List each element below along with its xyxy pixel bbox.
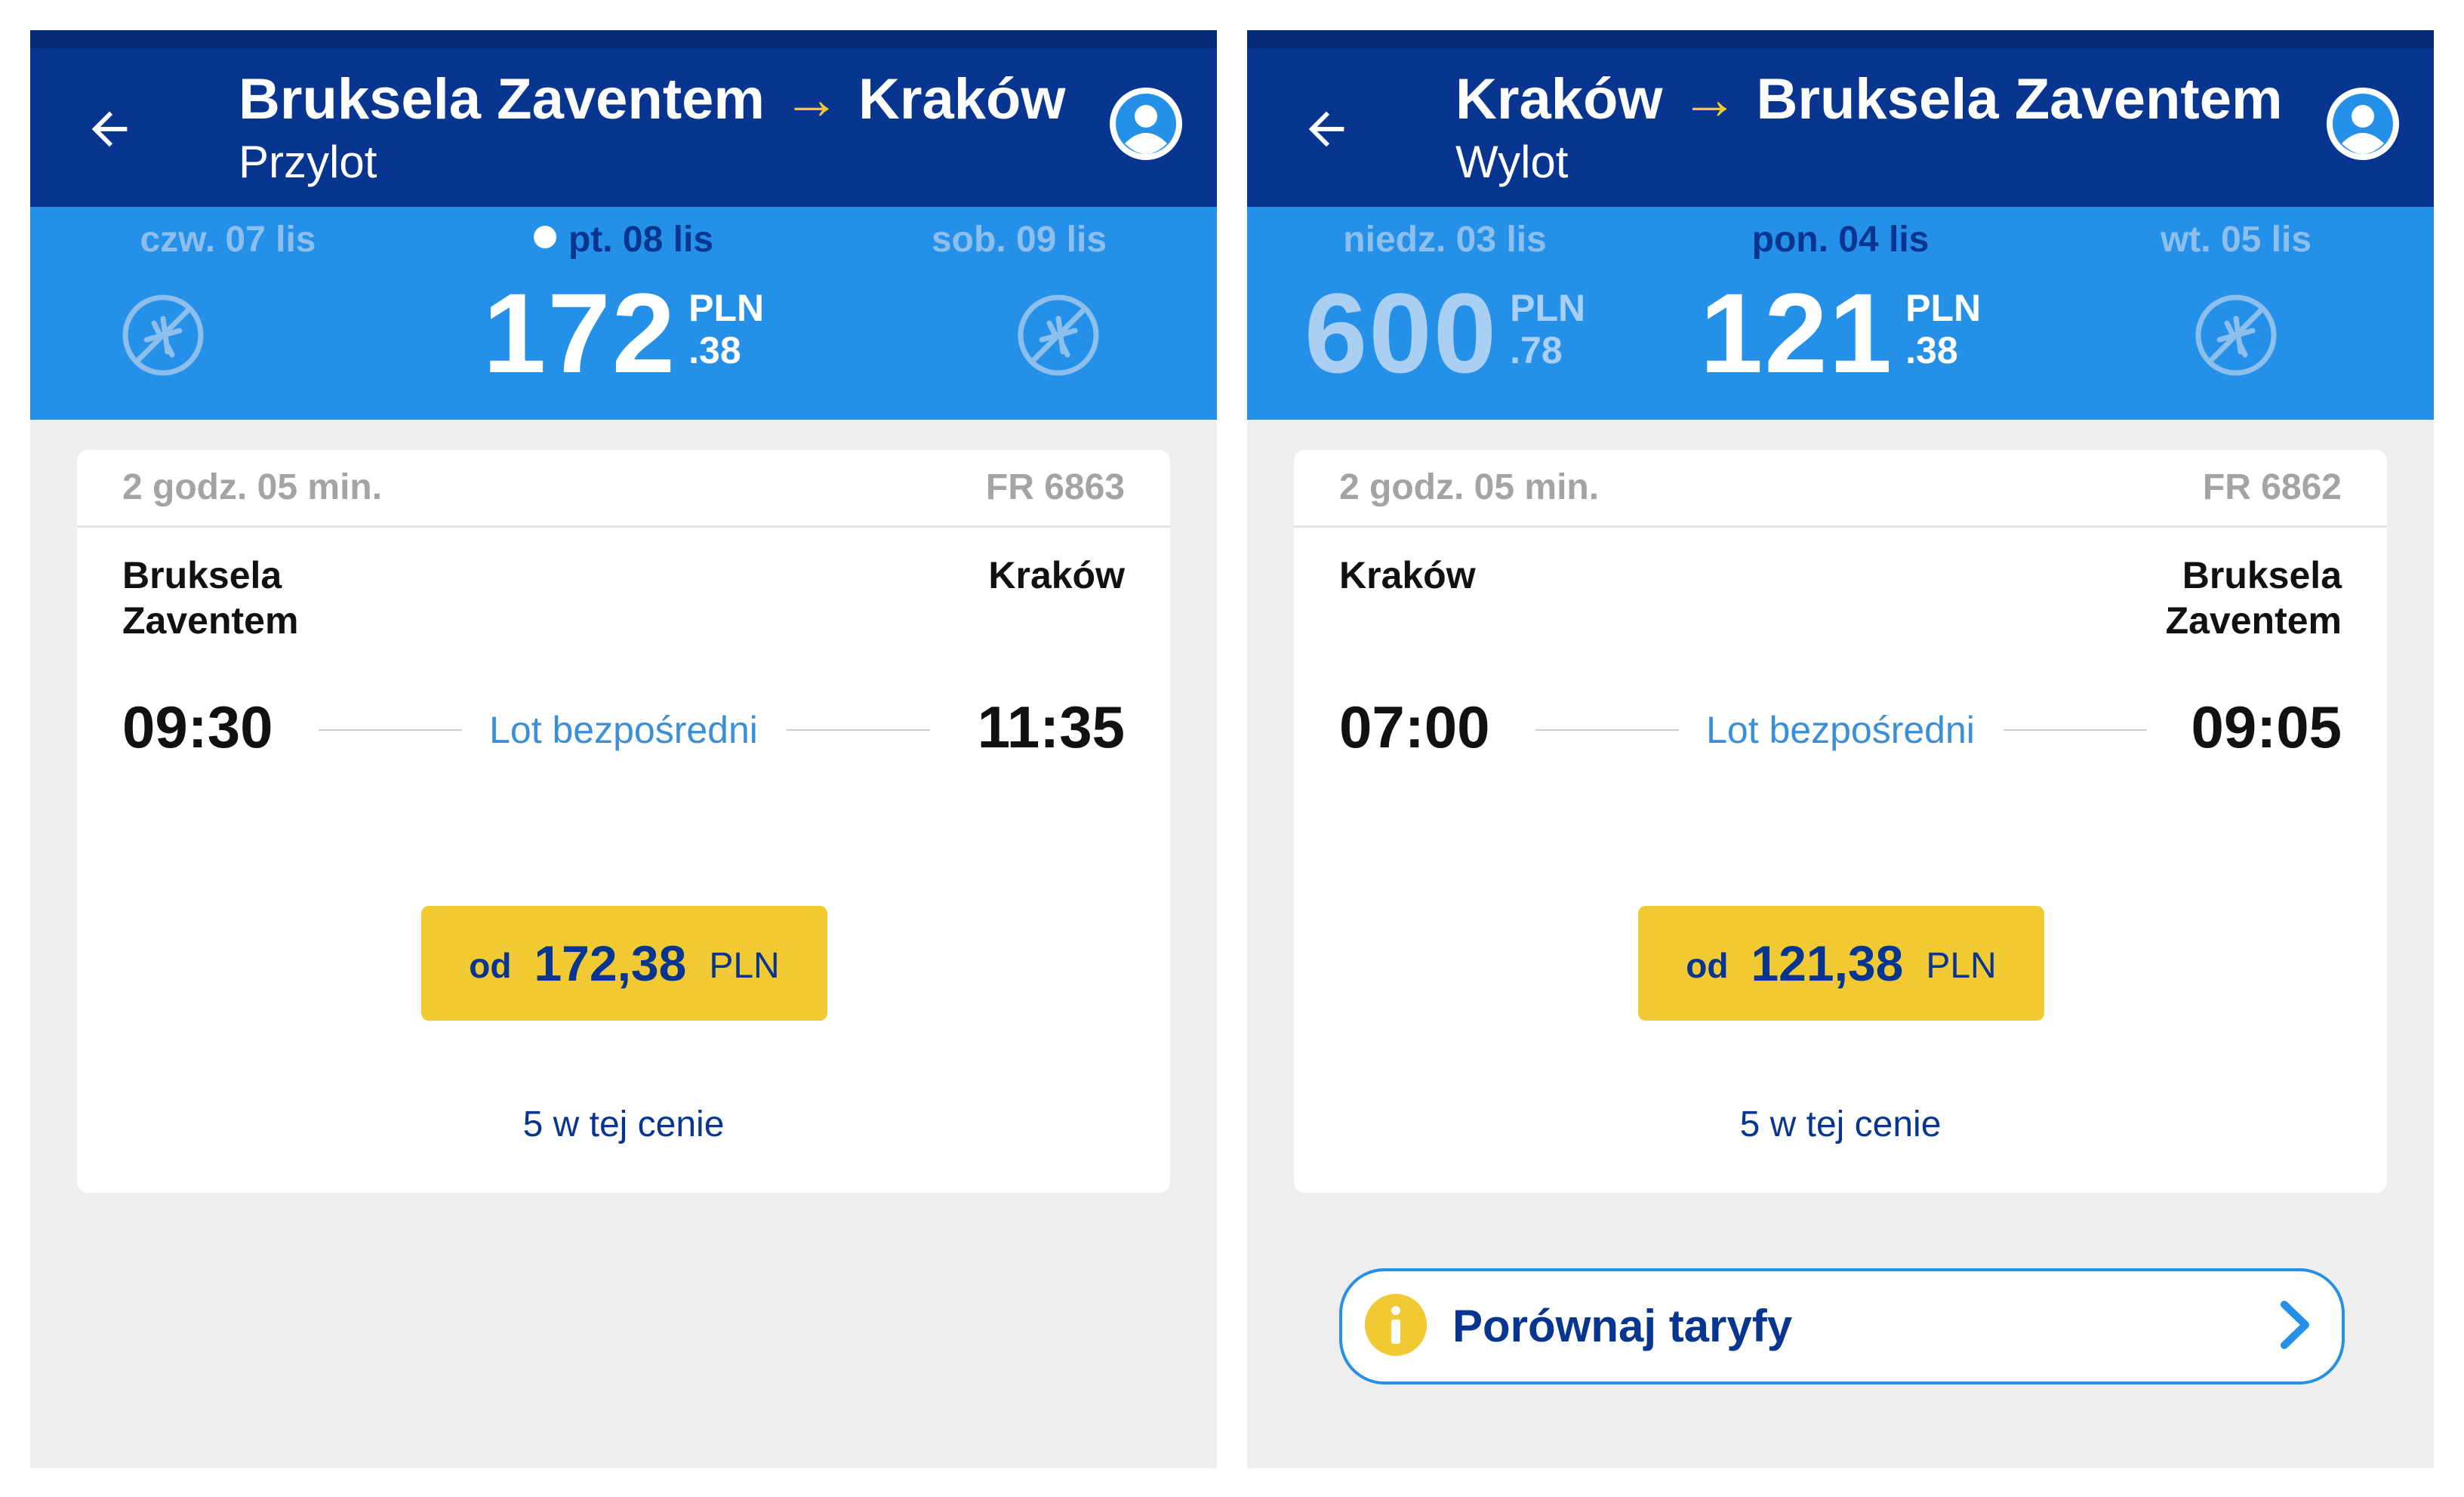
compare-fares-button[interactable]: Porównaj taryfy — [1339, 1268, 2345, 1385]
date-price: 172 PLN .38 — [426, 276, 821, 390]
user-avatar-icon[interactable] — [1110, 88, 1182, 160]
destination-city: Kraków — [988, 553, 1125, 598]
date-price: 600 PLN .78 — [1247, 276, 1643, 390]
route-origin: Kraków — [1455, 66, 1663, 131]
price-integer: 600 — [1304, 270, 1498, 396]
date-option-next[interactable]: wt. 05 lis — [2038, 207, 2434, 420]
origin-city: Bruksela Zaventem — [122, 553, 298, 643]
route-line-right — [787, 729, 930, 731]
price-currency: PLN — [688, 287, 765, 329]
origin-city: Kraków — [1339, 553, 1476, 598]
date-label: czw. 07 lis — [140, 220, 316, 260]
destination-city: Bruksela Zaventem — [2166, 553, 2342, 643]
date-selector: niedz. 03 lis 600 PLN .78 pon. 04 lis 12… — [1247, 207, 2434, 420]
date-option-prev[interactable]: niedz. 03 lis 600 PLN .78 — [1247, 207, 1643, 420]
route-origin: Bruksela Zaventem — [239, 66, 765, 131]
date-option-selected[interactable]: pon. 04 lis 121 PLN .38 — [1643, 207, 2038, 420]
arrival-flight-panel: Bruksela Zaventem → Kraków Przylot czw. … — [30, 30, 1217, 1468]
destination-city-line2: Zaventem — [2165, 599, 2342, 642]
origin-city-line2: Zaventem — [122, 599, 299, 642]
journey-subtitle: Wylot — [1455, 137, 1569, 187]
fare-currency: PLN — [1926, 945, 1997, 986]
date-label-text: pt. 08 lis — [568, 220, 714, 260]
chevron-right-icon — [2281, 1301, 2309, 1349]
no-flight-icon — [122, 294, 204, 376]
seats-left: 5 w tej cenie — [1739, 1104, 1942, 1144]
flight-number: FR 6862 — [2202, 467, 2342, 507]
date-label: pon. 04 lis — [1751, 220, 1930, 260]
info-icon — [1365, 1294, 1427, 1356]
flight-card-header: 2 godz. 05 min. FR 6862 — [1294, 450, 2387, 528]
header-bar: Kraków → Bruksela Zaventem Wylot — [1247, 30, 2434, 207]
price-integer: 121 — [1699, 270, 1894, 396]
header-bar: Bruksela Zaventem → Kraków Przylot — [30, 30, 1217, 207]
seats-left: 5 w tej cenie — [522, 1104, 725, 1144]
price-decimal: .38 — [1905, 329, 1958, 371]
price-currency: PLN — [1510, 287, 1586, 329]
date-price: 121 PLN .38 — [1643, 276, 2038, 390]
selected-dot-icon — [533, 226, 556, 248]
journey-subtitle: Przylot — [239, 137, 377, 187]
route-title: Bruksela Zaventem → Kraków — [239, 65, 1066, 133]
no-flight-icon — [2195, 294, 2277, 376]
arrival-time: 09:05 — [2191, 694, 2342, 760]
departure-flight-panel: Kraków → Bruksela Zaventem Wylot niedz. … — [1247, 30, 2434, 1468]
date-label: pt. 08 lis — [426, 219, 821, 260]
route-line-right — [2004, 729, 2147, 731]
flight-duration: 2 godz. 05 min. — [1339, 467, 1600, 507]
date-label: wt. 05 lis — [2160, 220, 2312, 260]
price-decimal: .78 — [1510, 329, 1563, 371]
select-fare-button[interactable]: od 172,38 PLN — [421, 906, 827, 1021]
date-label: niedz. 03 lis — [1343, 220, 1547, 260]
price-currency: PLN — [1905, 287, 1982, 329]
flight-number: FR 6863 — [985, 467, 1125, 507]
price-prefix: od — [1686, 946, 1729, 985]
arrival-time: 11:35 — [977, 694, 1125, 760]
compare-fares-label: Porównaj taryfy — [1452, 1301, 1793, 1351]
user-avatar-icon[interactable] — [2327, 88, 2399, 160]
no-flight-icon — [1018, 294, 1099, 376]
origin-city-line1: Bruksela — [122, 554, 282, 596]
origin-city-line1: Kraków — [1339, 554, 1476, 596]
flight-duration: 2 godz. 05 min. — [122, 467, 383, 507]
status-strip — [30, 30, 1217, 48]
route-title: Kraków → Bruksela Zaventem — [1455, 65, 2283, 133]
date-label: sob. 09 lis — [931, 220, 1107, 260]
date-option-selected[interactable]: pt. 08 lis 172 PLN .38 — [426, 207, 821, 420]
price-integer: 172 — [482, 270, 677, 396]
back-button[interactable] — [1294, 97, 1359, 162]
select-fare-button[interactable]: od 121,38 PLN — [1638, 906, 2044, 1021]
flight-card-header: 2 godz. 05 min. FR 6863 — [77, 450, 1170, 528]
price-decimal: .38 — [688, 329, 741, 371]
back-button[interactable] — [77, 97, 142, 162]
route-destination: Kraków — [858, 66, 1066, 131]
date-selector: czw. 07 lis pt. 08 lis 172 PLN .38 sob. … — [30, 207, 1217, 420]
back-arrow-icon — [1308, 111, 1344, 147]
flight-card[interactable]: 2 godz. 05 min. FR 6863 Bruksela Zavente… — [77, 450, 1170, 1193]
price-prefix: od — [469, 946, 512, 985]
route-destination: Bruksela Zaventem — [1756, 66, 2283, 131]
fare-currency: PLN — [709, 945, 780, 986]
route-arrow-icon: → — [1680, 66, 1739, 131]
route-arrow-icon: → — [783, 66, 840, 131]
date-option-next[interactable]: sob. 09 lis — [821, 207, 1217, 420]
date-option-prev[interactable]: czw. 07 lis — [30, 207, 426, 420]
destination-city-line1: Bruksela — [2182, 554, 2342, 596]
status-strip — [1247, 30, 2434, 48]
fare-price: 172,38 — [534, 935, 687, 991]
flight-card[interactable]: 2 godz. 05 min. FR 6862 Kraków Bruksela … — [1294, 450, 2387, 1193]
back-arrow-icon — [91, 111, 128, 147]
destination-city-line1: Kraków — [988, 554, 1125, 596]
fare-price: 121,38 — [1751, 935, 1904, 991]
